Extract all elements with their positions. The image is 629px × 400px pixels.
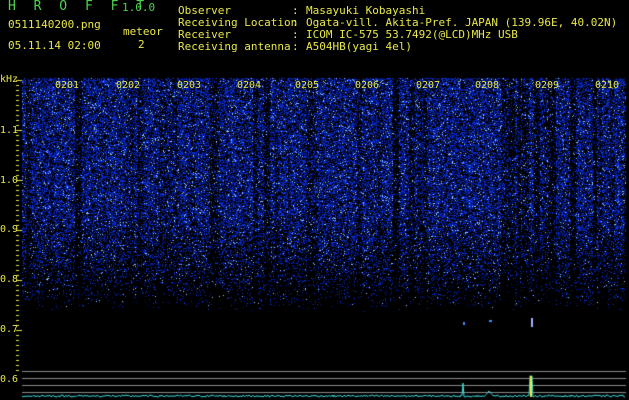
meteor-label: meteor bbox=[123, 25, 163, 38]
y-axis-unit: kHz bbox=[0, 74, 19, 85]
info-value-antenna: A504HB(yagi 4el) bbox=[306, 40, 412, 53]
meteor-count: 2 bbox=[138, 38, 145, 51]
x-tick-label: 0210 bbox=[595, 80, 620, 91]
x-tick-label: 0201 bbox=[55, 80, 80, 91]
x-tick-label: 0206 bbox=[355, 80, 380, 91]
info-colon: : bbox=[292, 40, 299, 53]
y-tick-label: 0.6 bbox=[0, 374, 19, 385]
y-tick-label: 0.7 bbox=[0, 324, 19, 335]
y-tick-label: 1.1 bbox=[0, 125, 19, 136]
version-label: 1.0.0 bbox=[122, 1, 156, 14]
x-tick-label: 0203 bbox=[177, 80, 202, 91]
y-tick-label: 0.9 bbox=[0, 224, 19, 235]
x-tick-label: 0207 bbox=[416, 80, 441, 91]
x-tick-label: 0204 bbox=[237, 80, 262, 91]
x-tick-label: 0208 bbox=[475, 80, 500, 91]
spectrogram-canvas bbox=[0, 0, 629, 400]
x-tick-label: 0202 bbox=[116, 80, 141, 91]
x-tick-label: 0205 bbox=[295, 80, 320, 91]
x-tick-label: 0209 bbox=[535, 80, 560, 91]
y-tick-label: 1.0 bbox=[0, 175, 19, 186]
filename-label: 0511140200.png bbox=[8, 18, 101, 31]
timestamp-label: 05.11.14 02:00 bbox=[8, 39, 101, 52]
y-tick-label: 0.8 bbox=[0, 274, 19, 285]
info-key-antenna: Receiving antenna bbox=[178, 40, 291, 53]
